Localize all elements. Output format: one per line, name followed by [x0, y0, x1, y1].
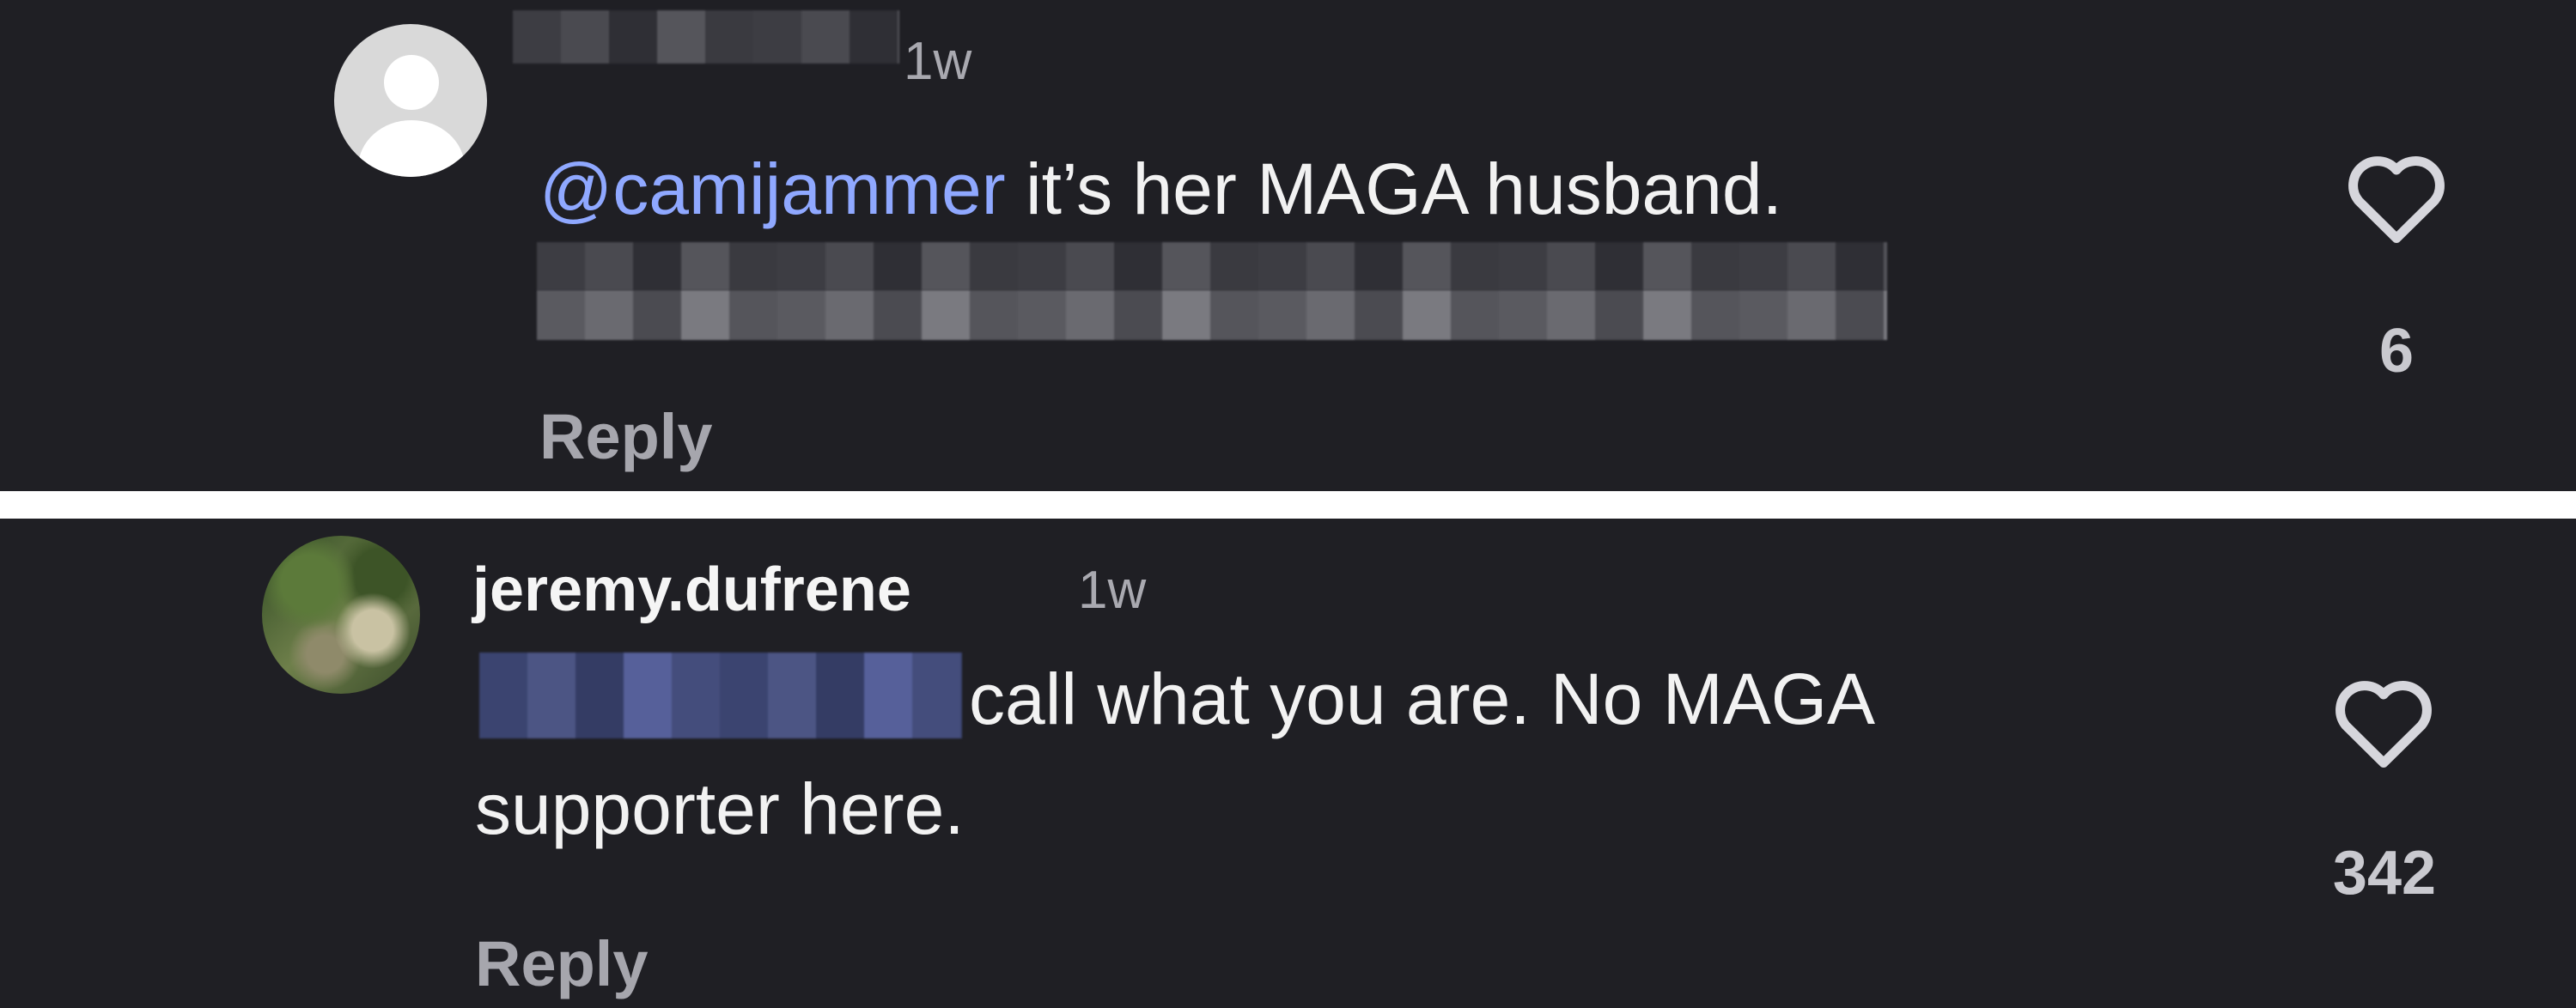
like-count: 6 [2378, 317, 2415, 386]
comment-body: it’s her MAGA husband. [1005, 149, 1782, 229]
comment-2: jeremy.dufrene 1w call what you are. No … [0, 519, 2576, 1008]
comment-timestamp: 1w [1078, 561, 1147, 620]
comment-text-line-1: call what you are. No MAGA [969, 659, 1876, 739]
comment-text-line-2: supporter here. [475, 768, 965, 849]
reply-button[interactable]: Reply [475, 927, 649, 1000]
redacted-text-line [537, 290, 1887, 340]
comment-timestamp: 1w [904, 32, 972, 91]
like-count: 342 [2332, 839, 2437, 908]
mention-link[interactable]: @camijammer [539, 149, 1006, 229]
redacted-username [513, 10, 899, 64]
heart-icon[interactable] [2330, 675, 2437, 769]
redacted-text-line [537, 242, 1887, 290]
comment-username[interactable]: jeremy.dufrene [472, 555, 911, 625]
reply-button[interactable]: Reply [539, 400, 713, 473]
default-avatar-icon[interactable] [334, 24, 487, 177]
profile-photo-avatar[interactable] [262, 536, 420, 694]
comment-1: 1w @camijammer it’s her MAGA husband. Re… [0, 0, 2576, 491]
redacted-text [479, 653, 962, 738]
comment-text: @camijammer it’s her MAGA husband. [539, 148, 1782, 231]
heart-icon[interactable] [2343, 150, 2450, 245]
